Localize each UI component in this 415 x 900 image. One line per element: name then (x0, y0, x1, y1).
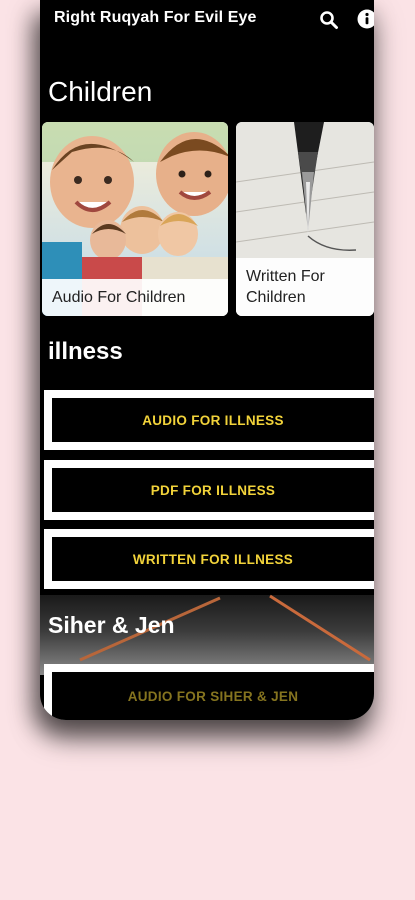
section-title-illness: illness (48, 338, 123, 365)
audio-for-siher-jen-inner: AUDIO FOR SIHER & JEN (52, 672, 374, 720)
phone-frame: Right Ruqyah For Evil Eye Children Audio… (40, 0, 374, 720)
pdf-for-illness-button[interactable]: PDF FOR ILLNESS (44, 460, 374, 520)
pdf-for-illness-label: PDF FOR ILLNESS (52, 468, 374, 512)
card-audio-for-children[interactable]: Audio For Children (42, 122, 228, 316)
card-written-for-children[interactable]: Written For Children (236, 122, 374, 316)
audio-for-illness-label: AUDIO FOR ILLNESS (52, 398, 374, 442)
card-label-written-for-children: Written For Children (236, 258, 374, 316)
info-icon[interactable] (356, 8, 374, 30)
card-label-audio-for-children: Audio For Children (42, 279, 228, 316)
app-title: Right Ruqyah For Evil Eye (54, 9, 257, 26)
search-icon[interactable] (319, 10, 339, 30)
written-for-illness-button[interactable]: WRITTEN FOR ILLNESS (44, 529, 374, 589)
written-for-illness-label: WRITTEN FOR ILLNESS (52, 537, 374, 581)
section-title-siher-jen: Siher & Jen (48, 612, 175, 638)
app-toolbar: Right Ruqyah For Evil Eye (40, 0, 374, 40)
section-title-children: Children (48, 76, 153, 107)
audio-for-siher-jen-button[interactable]: AUDIO FOR SIHER & JEN (44, 664, 374, 720)
audio-for-siher-jen-label: AUDIO FOR SIHER & JEN (127, 688, 299, 704)
audio-for-illness-button[interactable]: AUDIO FOR ILLNESS (44, 390, 374, 450)
